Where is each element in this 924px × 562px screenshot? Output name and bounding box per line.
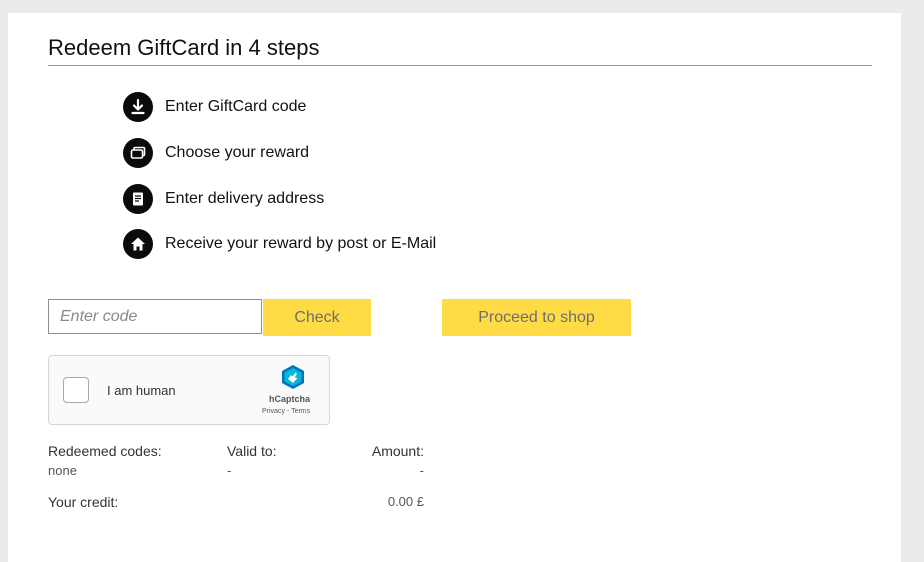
amount-header: Amount: bbox=[371, 443, 424, 459]
amount-value: - bbox=[419, 463, 424, 478]
captcha-links: Privacy - Terms bbox=[262, 408, 310, 415]
terms-link[interactable]: Terms bbox=[291, 408, 310, 415]
step-choose-reward: Choose your reward bbox=[123, 138, 309, 168]
step-label: Choose your reward bbox=[165, 144, 310, 161]
valid-to-header: Valid to: bbox=[227, 443, 277, 459]
your-credit-value: 0.00 £ bbox=[387, 494, 424, 509]
cards-icon bbox=[123, 138, 153, 168]
hcaptcha-logo-icon bbox=[280, 364, 306, 390]
redeemed-codes-value: none bbox=[48, 463, 77, 478]
step-delivery-address: Enter delivery address bbox=[123, 184, 324, 214]
proceed-to-shop-button[interactable]: Proceed to shop bbox=[442, 299, 631, 336]
step-receive-reward: Receive your reward by post or E-Mail bbox=[123, 229, 436, 259]
captcha-checkbox[interactable] bbox=[63, 377, 89, 403]
hcaptcha-widget: I am human hCaptcha Privacy - Terms bbox=[48, 355, 330, 425]
your-credit-label: Your credit: bbox=[48, 494, 119, 510]
check-button[interactable]: Check bbox=[263, 299, 371, 336]
step-enter-code: Enter GiftCard code bbox=[123, 92, 306, 122]
captcha-label: I am human bbox=[107, 383, 176, 398]
step-label: Receive your reward by post or E-Mail bbox=[165, 235, 437, 252]
home-icon bbox=[123, 229, 153, 259]
step-label: Enter GiftCard code bbox=[165, 98, 307, 115]
redeemed-codes-header: Redeemed codes: bbox=[48, 443, 162, 459]
step-label: Enter delivery address bbox=[165, 190, 325, 207]
download-arrow-icon bbox=[123, 92, 153, 122]
privacy-link[interactable]: Privacy bbox=[262, 408, 285, 415]
hcaptcha-brand: hCaptcha bbox=[269, 394, 311, 404]
giftcard-code-input[interactable] bbox=[48, 299, 262, 334]
redeem-card: Redeem GiftCard in 4 steps Enter GiftCar… bbox=[8, 13, 901, 562]
valid-to-value: - bbox=[227, 463, 232, 478]
title-divider bbox=[48, 65, 872, 66]
document-icon bbox=[123, 184, 153, 214]
page-title: Redeem GiftCard in 4 steps bbox=[48, 35, 320, 60]
